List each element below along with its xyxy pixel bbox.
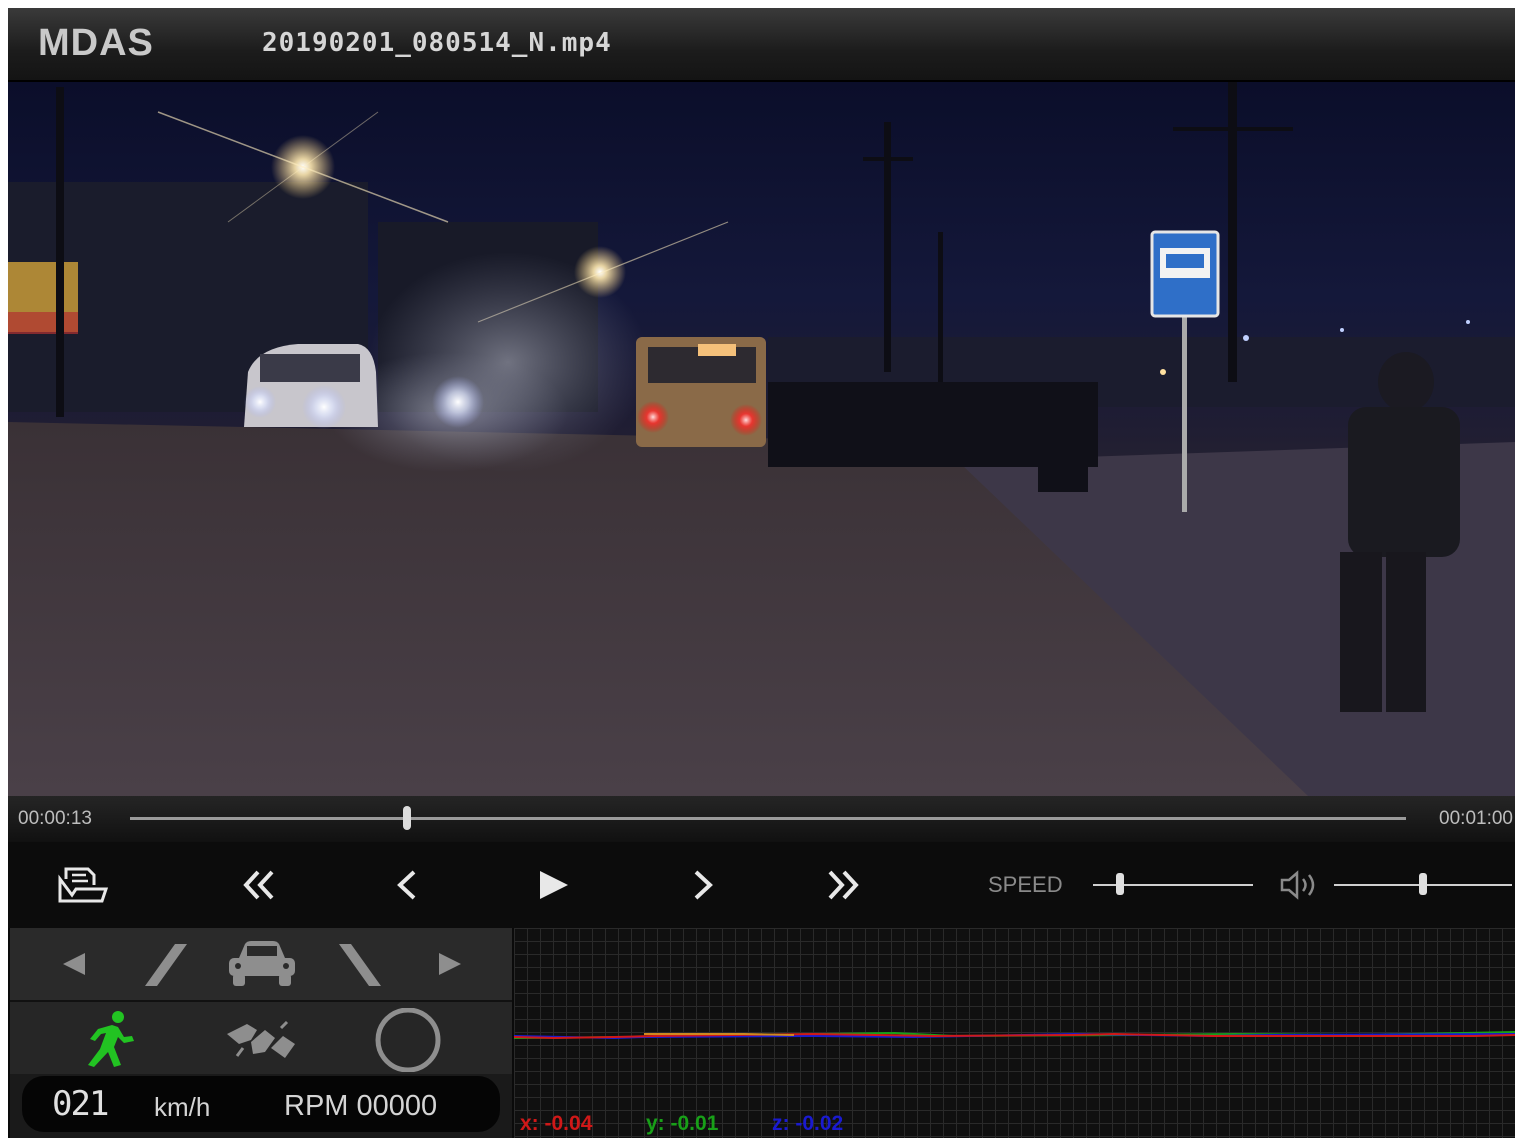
pedestrian-icon — [74, 1008, 142, 1070]
y-value: y: -0.01 — [646, 1112, 719, 1135]
title-bar: MDAS 20190201_080514_N.mp4 — [8, 8, 1515, 82]
speed-unit: km/h — [154, 1092, 211, 1122]
seek-thumb[interactable] — [402, 806, 411, 830]
x-value: x: -0.04 — [520, 1112, 593, 1135]
seek-bar[interactable] — [130, 817, 1406, 820]
step-forward-icon — [694, 870, 713, 900]
volume-slider-thumb[interactable] — [1419, 873, 1427, 895]
step-back-button[interactable] — [382, 856, 432, 914]
warning-status-row — [10, 1002, 512, 1074]
step-back-icon — [397, 870, 416, 900]
adas-panel: 021 km/h RPM 00000 — [10, 928, 512, 1138]
speed-rpm-readout: 021 km/h RPM 00000 — [22, 1076, 500, 1132]
current-time: 00:00:13 — [18, 808, 92, 829]
app-name: MDAS — [38, 22, 154, 64]
video-scene — [8, 82, 1515, 796]
volume-button[interactable] — [1274, 868, 1326, 902]
overlap-line — [644, 1033, 795, 1036]
play-button[interactable] — [528, 856, 578, 914]
control-bar: SPEED — [8, 842, 1515, 928]
open-file-button[interactable] — [48, 856, 118, 914]
play-icon — [540, 871, 568, 899]
right-arrow-icon — [430, 944, 470, 984]
speed-value: 021 — [52, 1084, 109, 1124]
file-name: 20190201_080514_N.mp4 — [262, 28, 612, 58]
volume-icon — [1280, 870, 1315, 900]
player-window: MDAS 20190201_080514_N.mp4 00:00:13 00:0… — [8, 8, 1515, 1138]
fast-rewind-icon — [243, 870, 274, 900]
g-sensor-graph: x: -0.04 y: -0.01 z: -0.02 — [514, 928, 1515, 1138]
step-forward-button[interactable] — [678, 856, 728, 914]
fast-forward-button[interactable] — [814, 856, 874, 914]
circle-icon — [372, 1008, 444, 1072]
speed-label: SPEED — [988, 872, 1063, 897]
fast-forward-icon — [828, 870, 859, 900]
left-lane-line-icon — [138, 938, 194, 992]
fast-rewind-button[interactable] — [228, 856, 288, 914]
z-value: z: -0.02 — [772, 1112, 844, 1135]
video-frame[interactable] — [8, 82, 1515, 796]
car-icon — [224, 936, 300, 992]
g-sensor-lines — [514, 1031, 1515, 1040]
speed-slider-thumb[interactable] — [1116, 873, 1125, 895]
left-arrow-icon — [54, 944, 94, 984]
rpm-value: RPM 00000 — [284, 1090, 438, 1122]
lane-departure-row — [10, 928, 512, 1002]
open-file-icon — [58, 867, 109, 903]
collision-icon — [220, 1016, 304, 1064]
right-lane-line-icon — [332, 938, 388, 992]
total-time: 00:01:00 — [1439, 808, 1513, 829]
timeline: 00:00:13 00:01:00 — [8, 796, 1515, 842]
